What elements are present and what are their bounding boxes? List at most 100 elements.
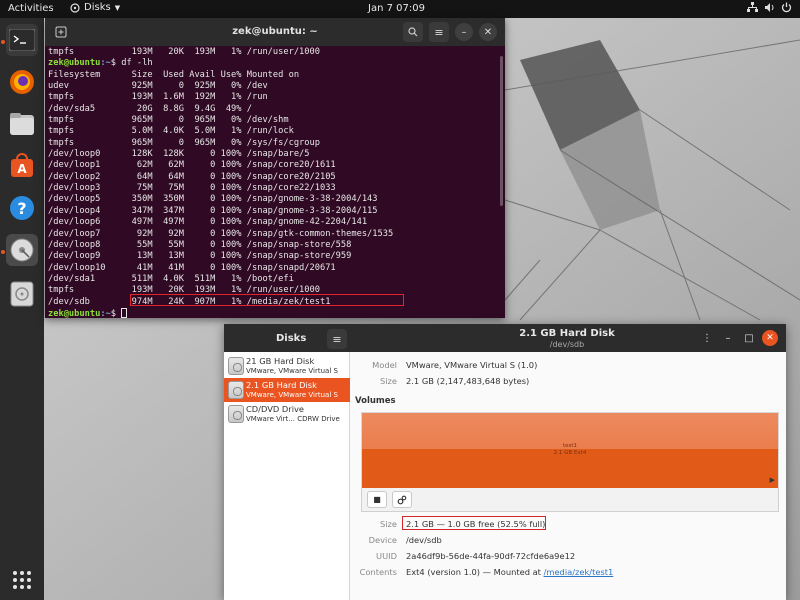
terminal-window[interactable]: zek@ubuntu: ~ ≡ – ✕ tmpfs 193M 20K 193M … [45,18,505,321]
prompt-user: zek@ubuntu [48,58,101,69]
terminal-output-line: /dev/loop7 92M 92M 0 100% /snap/gtk-comm… [48,228,394,239]
svg-text:A: A [17,162,27,176]
top-bar: Activities Disks ▼ Jan 7 07:09 [0,0,800,18]
power-icon [781,2,792,13]
show-apps-icon[interactable] [6,564,38,596]
terminal-output-line: /dev/loop8 55M 55M 0 100% /snap/snap-sto… [48,239,352,250]
hamburger-icon: ≡ [332,332,342,346]
search-icon [408,27,418,37]
terminal-titlebar[interactable]: zek@ubuntu: ~ ≡ – ✕ [45,18,505,46]
optical-drive-icon [228,405,244,423]
size-label: Size [379,376,397,386]
device-label: Device [368,535,397,545]
terminal-output-line: /dev/loop5 350M 350M 0 100% /snap/gnome-… [48,194,378,205]
terminal-output-line: /dev/loop2 64M 64M 0 100% /snap/core20/2… [48,171,336,182]
disks-window[interactable]: Disks ≡ 2.1 GB Hard Disk /dev/sdb ⋮ – □ … [224,324,786,600]
terminal-output-line: /dev/sda5 20G 8.8G 9.4G 49% / [48,103,252,114]
close-button[interactable]: ✕ [479,23,497,41]
disks-titlebar[interactable]: Disks ≡ 2.1 GB Hard Disk /dev/sdb ⋮ – □ … [224,324,786,352]
minimize-icon: – [725,332,731,344]
dock-firefox-icon[interactable] [6,66,38,98]
volume-desc: 2.1 GB Ext4 [553,450,587,456]
mount-point-link[interactable]: /media/zek/test1 [544,567,614,577]
minimize-button[interactable]: – [720,330,736,346]
minimize-icon: – [461,26,467,38]
terminal-output-line: /dev/sda1 511M 4.0K 511M 1% /boot/efi [48,273,294,284]
terminal-prompt-line: zek@ubuntu:~$ df -lh [48,58,502,69]
device-item-selected[interactable]: 2.1 GB Hard Disk VMware, VMware Virtual … [224,378,350,402]
svg-text:?: ? [17,199,26,218]
device-name: 2.1 GB Hard Disk [246,380,317,390]
device-model: VMware, VMware Virtual S [246,367,338,375]
partition-options-button[interactable] [392,491,412,508]
prompt-user: zek@ubuntu [48,308,101,319]
size-value: 2.1 GB (2,147,483,648 bytes) [406,376,530,386]
drive-options-button[interactable]: ⋮ [699,330,715,346]
disks-menu-button[interactable]: ≡ [327,329,347,349]
close-icon: ✕ [483,26,493,38]
search-button[interactable] [403,22,423,42]
device-model: VMware, VMware Virtual S [246,391,338,399]
terminal-output[interactable]: tmpfs 193M 20K 193M 1% /run/user/1000 zek… [45,46,505,321]
dock-files-icon[interactable] [6,108,38,140]
device-model: VMware Virt... CDRW Drive [246,415,340,423]
volume-toolbar: ■ [361,488,779,512]
running-indicator [1,40,5,44]
dock-help-icon[interactable]: ? [6,192,38,224]
terminal-output-line: /dev/loop0 128K 128K 0 100% /snap/bare/5 [48,149,310,160]
dock-terminal-icon[interactable] [6,24,38,56]
dock-disks-icon[interactable] [6,234,38,266]
prompt-path: :~ [100,308,111,319]
text-cursor [121,307,128,318]
terminal-output-line: /dev/loop10 41M 41M 0 100% /snap/snapd/2… [48,262,336,273]
uuid-value: 2a46df9b-56de-44fa-90df-72cfde6a9e12 [406,551,576,561]
app-menu[interactable]: Disks ▼ [70,2,120,13]
device-item[interactable]: 21 GB Hard Disk VMware, VMware Virtual S [224,354,350,378]
terminal-output-line: tmpfs 965M 0 965M 0% /sys/fs/cgroup [48,137,320,148]
terminal-output-line: tmpfs 965M 0 965M 0% /dev/shm [48,115,289,126]
system-tray[interactable] [747,2,792,13]
terminal-output-line: /dev/loop1 62M 62M 0 100% /snap/core20/1… [48,160,336,171]
device-list: 21 GB Hard Disk VMware, VMware Virtual S… [224,352,350,600]
contents-text: Ext4 (version 1.0) — Mounted at [406,567,544,577]
hamburger-icon: ≡ [434,25,444,39]
dock-software-icon[interactable]: A [6,150,38,182]
disks-app-icon [70,2,80,13]
prompt-path: :~ [100,58,111,69]
terminal-output-line: /dev/loop6 497M 497M 0 100% /snap/gnome-… [48,217,368,228]
volumes-heading: Volumes [355,396,396,406]
size-highlight-box [402,516,546,530]
device-name: CD/DVD Drive [246,404,305,414]
terminal-output-line: /dev/loop3 75M 75M 0 100% /snap/core22/1… [48,183,336,194]
gears-icon [397,495,407,504]
terminal-output-line: /dev/loop4 347M 347M 0 100% /snap/gnome-… [48,205,378,216]
close-button[interactable]: ✕ [762,330,778,346]
terminal-output-line: tmpfs 5.0M 4.0K 5.0M 1% /run/lock [48,126,294,137]
device-item[interactable]: CD/DVD Drive VMware Virt... CDRW Drive [224,402,350,426]
network-icon [747,2,758,12]
stop-icon: ■ [373,495,381,504]
dock-disk-image-icon[interactable] [6,278,38,310]
activities-button[interactable]: Activities [8,3,54,14]
contents-value: Ext4 (version 1.0) — Mounted at /media/z… [406,567,613,577]
more-vertical-icon: ⋮ [702,332,712,344]
terminal-output-line: Filesystem Size Used Avail Use% Mounted … [48,69,300,80]
terminal-output-line: tmpfs 193M 20K 193M 1% /run/user/1000 [48,47,320,57]
maximize-button[interactable]: □ [741,330,757,346]
terminal-output-line: tmpfs 193M 1.6M 192M 1% /run [48,92,268,103]
disk-details: Model VMware, VMware Virtual S (1.0) Siz… [351,352,786,600]
model-value: VMware, VMware Virtual S (1.0) [406,360,538,370]
unmount-button[interactable]: ■ [367,491,387,508]
partition-size-label: Size [379,519,397,529]
app-menu-label: Disks [84,2,111,13]
contents-label: Contents [359,567,397,577]
device-value: /dev/sdb [406,535,442,545]
minimize-button[interactable]: – [455,23,473,41]
clock[interactable]: Jan 7 07:09 [368,3,425,14]
terminal-scrollbar[interactable] [500,56,503,206]
close-icon: ✕ [766,333,774,343]
volume-map[interactable]: test1 2.1 GB Ext4 ▶ [361,412,779,489]
menu-button[interactable]: ≡ [429,22,449,42]
hard-disk-icon [228,381,244,399]
terminal-output-line: /dev/loop9 13M 13M 0 100% /snap/snap-sto… [48,251,352,262]
